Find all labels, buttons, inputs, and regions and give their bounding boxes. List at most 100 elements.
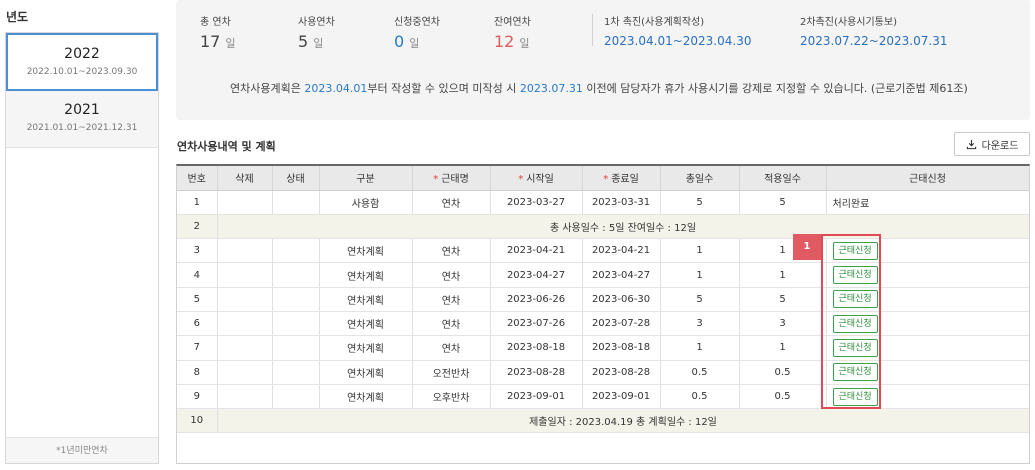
cell-total-days: 1 xyxy=(660,238,740,264)
total-leave: 총 연차 17 일 xyxy=(200,13,235,51)
cell-leave-name: 연차 xyxy=(412,238,491,264)
cell-leave-name: 연차 xyxy=(412,262,491,288)
cell-status xyxy=(272,384,320,410)
cell-end-date: 2023-04-21 xyxy=(582,238,661,264)
leave-table: 번호 삭제 상태 구분 * 근태명 * 시작일 * 종료일 총일수 적용일수 근태신청… xyxy=(176,164,1030,464)
first-promotion-date: 2023.04.01~2023.04.30 xyxy=(604,34,752,48)
table-row: 2총 사용일수 : 5일 잔여일수 : 12일 xyxy=(177,214,1029,240)
cell-no: 4 xyxy=(177,262,218,288)
cell-type: 사용함 xyxy=(319,190,413,215)
cell-no: 1 xyxy=(177,190,218,215)
cell-leave-name: 연차 xyxy=(412,190,491,215)
cell-delete xyxy=(217,262,273,288)
cell-delete xyxy=(217,311,273,337)
cell-start-date: 2023-08-28 xyxy=(490,360,583,385)
first-promotion-label: 1차 촉진(사용계획작성) xyxy=(604,17,705,28)
cell-total-days: 3 xyxy=(660,311,740,337)
used-leave-label: 사용연차 xyxy=(298,17,335,28)
cell-summary: 총 사용일수 : 5일 잔여일수 : 12일 xyxy=(217,214,1029,240)
cell-type: 연차계획 xyxy=(319,384,413,410)
remaining-leave-label: 잔여연차 xyxy=(494,17,531,28)
cell-no: 6 xyxy=(177,311,218,337)
remaining-leave-unit: 일 xyxy=(519,37,530,50)
col-header-applied: 적용일수 xyxy=(739,166,827,191)
cell-start-date: 2023-04-27 xyxy=(490,262,583,288)
cell-end-date: 2023-04-27 xyxy=(582,262,661,288)
col-header-delete: 삭제 xyxy=(217,166,273,191)
cell-applied-days: 0.5 xyxy=(739,384,827,410)
col-header-end-label: 종료일 xyxy=(611,174,639,186)
cell-delete xyxy=(217,287,273,312)
cell-total-days: 0.5 xyxy=(660,360,740,385)
summary-divider xyxy=(592,14,593,46)
cell-start-date: 2023-04-21 xyxy=(490,238,583,264)
col-header-name: * 근태명 xyxy=(412,166,491,191)
cell-applied-days: 5 xyxy=(739,287,827,312)
year-range: 2021.01.01~2021.12.31 xyxy=(26,123,138,133)
cell-delete xyxy=(217,335,273,361)
cell-applied-days: 5 xyxy=(739,190,827,215)
leave-plan-notice: 연차사용계획은 2023.04.01부터 작성할 수 있으며 미작성 시 202… xyxy=(230,80,968,96)
cell-no: 8 xyxy=(177,360,218,385)
remaining-leave-value: 12 xyxy=(494,32,515,51)
cell-start-date: 2023-09-01 xyxy=(490,384,583,410)
cell-status xyxy=(272,335,320,361)
col-header-request: 근태신청 xyxy=(826,166,1029,191)
col-header-name-label: 근태명 xyxy=(441,174,469,186)
cell-no: 9 xyxy=(177,384,218,410)
cell-status xyxy=(272,360,320,385)
cell-start-date: 2023-08-18 xyxy=(490,335,583,361)
cell-applied-days: 1 xyxy=(739,335,827,361)
second-promotion-date: 2023.07.22~2023.07.31 xyxy=(800,34,948,48)
table-row: 8 연차계획 오전반차 2023-08-28 2023-08-28 0.5 0.5 근태신청 xyxy=(177,360,1029,385)
cell-delete xyxy=(217,238,273,264)
cell-status xyxy=(272,287,320,312)
cell-type: 연차계획 xyxy=(319,262,413,288)
remaining-leave: 잔여연차 12 일 xyxy=(494,13,531,51)
year-item-2021[interactable]: 2021 2021.01.01~2021.12.31 xyxy=(6,91,158,148)
cell-start-date: 2023-07-26 xyxy=(490,311,583,337)
cell-request: 처리완료 xyxy=(826,190,1029,215)
notice-text: 이전에 담당자가 휴가 사용시기를 강제로 지정할 수 있습니다. (근로기준법… xyxy=(582,82,968,95)
cell-delete xyxy=(217,360,273,385)
cell-end-date: 2023-06-30 xyxy=(582,287,661,312)
table-row: 9 연차계획 오후반차 2023-09-01 2023-09-01 0.5 0.5 근태신청 xyxy=(177,384,1029,410)
year-label: 2022 xyxy=(64,46,100,62)
table-row: 3 연차계획 연차 2023-04-21 2023-04-21 1 1 근태신청 xyxy=(177,238,1029,264)
cell-total-days: 1 xyxy=(660,335,740,361)
cell-type: 연차계획 xyxy=(319,311,413,337)
second-promotion-label: 2차촉진(사용시기통보) xyxy=(800,17,897,28)
request-buttons-highlight xyxy=(821,234,881,409)
cell-applied-days: 1 xyxy=(739,262,827,288)
cell-status xyxy=(272,238,320,264)
pending-leave-label: 신청중연차 xyxy=(394,17,440,28)
cell-status xyxy=(272,190,320,215)
used-leave-unit: 일 xyxy=(313,37,324,50)
table-row: 4 연차계획 연차 2023-04-27 2023-04-27 1 1 근태신청 xyxy=(177,262,1029,288)
year-item-2022[interactable]: 2022 2022.10.01~2023.09.30 xyxy=(6,33,158,91)
cell-delete xyxy=(217,384,273,410)
cell-leave-name: 연차 xyxy=(412,311,491,337)
notice-deadline-date: 2023.07.31 xyxy=(519,82,583,95)
cell-type: 연차계획 xyxy=(319,335,413,361)
leave-summary-panel: 총 연차 17 일 사용연차 5일 신청중연차 0일 잔여연차 12 일 1차 촉진… xyxy=(176,0,1030,120)
total-leave-unit: 일 xyxy=(225,37,236,50)
pending-leave-unit: 일 xyxy=(409,37,420,50)
cell-total-days: 0.5 xyxy=(660,384,740,410)
table-row: 1 사용함 연차 2023-03-27 2023-03-31 5 5 처리완료 xyxy=(177,190,1029,215)
download-button[interactable]: 다운로드 xyxy=(954,132,1030,156)
required-mark: * xyxy=(603,174,609,186)
download-label: 다운로드 xyxy=(981,140,1019,152)
cell-applied-days: 3 xyxy=(739,311,827,337)
cell-end-date: 2023-08-28 xyxy=(582,360,661,385)
notice-text: 연차사용계획은 xyxy=(230,82,305,95)
col-header-start-label: 시작일 xyxy=(526,174,554,186)
col-header-total: 총일수 xyxy=(660,166,740,191)
cell-applied-days: 0.5 xyxy=(739,360,827,385)
required-mark: * xyxy=(518,174,524,186)
cell-total-days: 5 xyxy=(660,287,740,312)
notice-text: 부터 작성할 수 있으며 미작성 시 xyxy=(367,82,520,95)
used-leave-value: 5 xyxy=(298,32,309,51)
cell-end-date: 2023-09-01 xyxy=(582,384,661,410)
cell-end-date: 2023-07-28 xyxy=(582,311,661,337)
